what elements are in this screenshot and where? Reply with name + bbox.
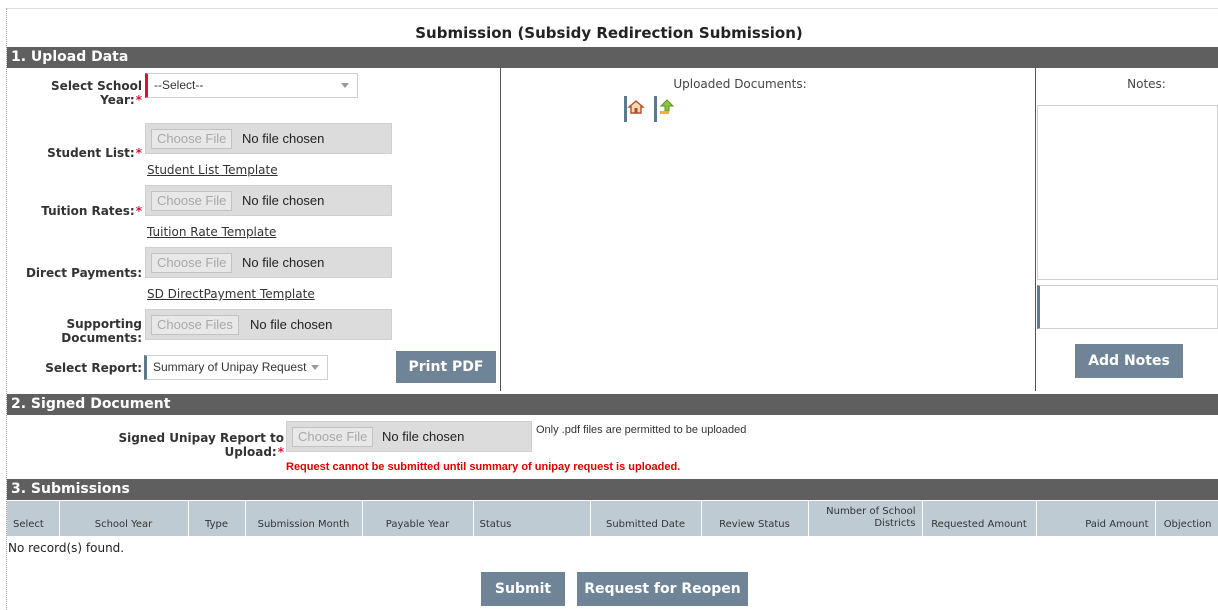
- student-list-template-link[interactable]: Student List Template: [147, 163, 278, 177]
- direct-payments-file-input[interactable]: Choose File No file chosen: [145, 247, 392, 278]
- direct-payments-label: Direct Payments:: [25, 266, 142, 280]
- choose-file-button[interactable]: Choose File: [151, 253, 233, 273]
- column-header-status[interactable]: Status: [473, 501, 591, 536]
- column-header-paid-amount[interactable]: Paid Amount: [1036, 501, 1156, 536]
- section-submissions: 3. Submissions: [7, 479, 1218, 500]
- chevron-down-icon: [341, 83, 349, 88]
- column-divider: [500, 68, 501, 391]
- empty-table-message: No record(s) found.: [8, 541, 125, 555]
- school-year-label: Select School Year:*: [51, 79, 142, 107]
- file-status: No file chosen: [250, 317, 333, 332]
- select-report-label: Select Report:: [45, 361, 142, 375]
- signed-report-file-input[interactable]: Choose File No file chosen: [286, 421, 532, 452]
- submit-button[interactable]: Submit: [481, 572, 565, 606]
- signed-report-label: Signed Unipay Report to Upload:*: [118, 431, 284, 459]
- column-header-type[interactable]: Type: [188, 501, 246, 536]
- supporting-documents-label: Supporting Documents:: [61, 317, 142, 345]
- print-pdf-button[interactable]: Print PDF: [396, 351, 496, 383]
- choose-file-button[interactable]: Choose File: [292, 427, 374, 447]
- select-report-select[interactable]: Summary of Unipay Request: [144, 355, 328, 380]
- uploaded-documents-heading: Uploaded Documents:: [673, 77, 807, 91]
- tuition-rates-file-input[interactable]: Choose File No file chosen: [145, 185, 392, 216]
- column-header-submitted-date[interactable]: Submitted Date: [590, 501, 702, 536]
- choose-file-button[interactable]: Choose File: [151, 129, 233, 149]
- tuition-rates-label: Tuition Rates:*: [41, 204, 142, 218]
- column-divider: [1035, 68, 1036, 391]
- column-header-review-status[interactable]: Review Status: [701, 501, 809, 536]
- file-status: No file chosen: [382, 429, 465, 444]
- choose-files-button[interactable]: Choose Files: [151, 315, 239, 335]
- choose-file-button[interactable]: Choose File: [151, 191, 233, 211]
- file-status: No file chosen: [242, 193, 325, 208]
- column-header-requested-amount[interactable]: Requested Amount: [922, 501, 1037, 536]
- home-icon[interactable]: [624, 96, 645, 122]
- direct-payment-template-link[interactable]: SD DirectPayment Template: [147, 287, 315, 301]
- student-list-label: Student List:*: [47, 146, 142, 160]
- request-reopen-button[interactable]: Request for Reopen: [577, 572, 748, 606]
- notes-history: [1037, 105, 1218, 280]
- column-header-number-of-school-districts[interactable]: Number of School Districts: [808, 501, 923, 536]
- student-list-file-input[interactable]: Choose File No file chosen: [145, 123, 392, 154]
- add-notes-button[interactable]: Add Notes: [1075, 344, 1183, 378]
- pdf-only-hint: Only .pdf files are permitted to be uplo…: [536, 424, 747, 436]
- column-header-school-year[interactable]: School Year: [59, 501, 189, 536]
- chevron-down-icon: [311, 365, 319, 370]
- supporting-documents-file-input[interactable]: Choose Files No file chosen: [145, 309, 392, 340]
- tuition-rate-template-link[interactable]: Tuition Rate Template: [147, 225, 276, 239]
- submissions-table: Select School Year Type Submission Month…: [7, 501, 1218, 536]
- file-status: No file chosen: [242, 131, 325, 146]
- column-header-select[interactable]: Select: [7, 501, 60, 536]
- notes-heading: Notes:: [1127, 77, 1166, 91]
- section-signed-document: 2. Signed Document: [7, 394, 1218, 415]
- table-header-row: Select School Year Type Submission Month…: [7, 501, 1218, 536]
- column-header-submission-month[interactable]: Submission Month: [245, 501, 363, 536]
- upload-arrow-icon[interactable]: [654, 96, 675, 122]
- page-title: Submission (Subsidy Redirection Submissi…: [415, 24, 803, 42]
- column-header-payable-year[interactable]: Payable Year: [362, 501, 474, 536]
- file-status: No file chosen: [242, 255, 325, 270]
- column-header-objection[interactable]: Objection: [1155, 501, 1218, 536]
- school-year-select[interactable]: --Select--: [145, 73, 358, 98]
- notes-input[interactable]: [1037, 285, 1218, 329]
- submit-error-message: Request cannot be submitted until summar…: [286, 461, 681, 473]
- section-upload-data: 1. Upload Data: [7, 47, 1218, 68]
